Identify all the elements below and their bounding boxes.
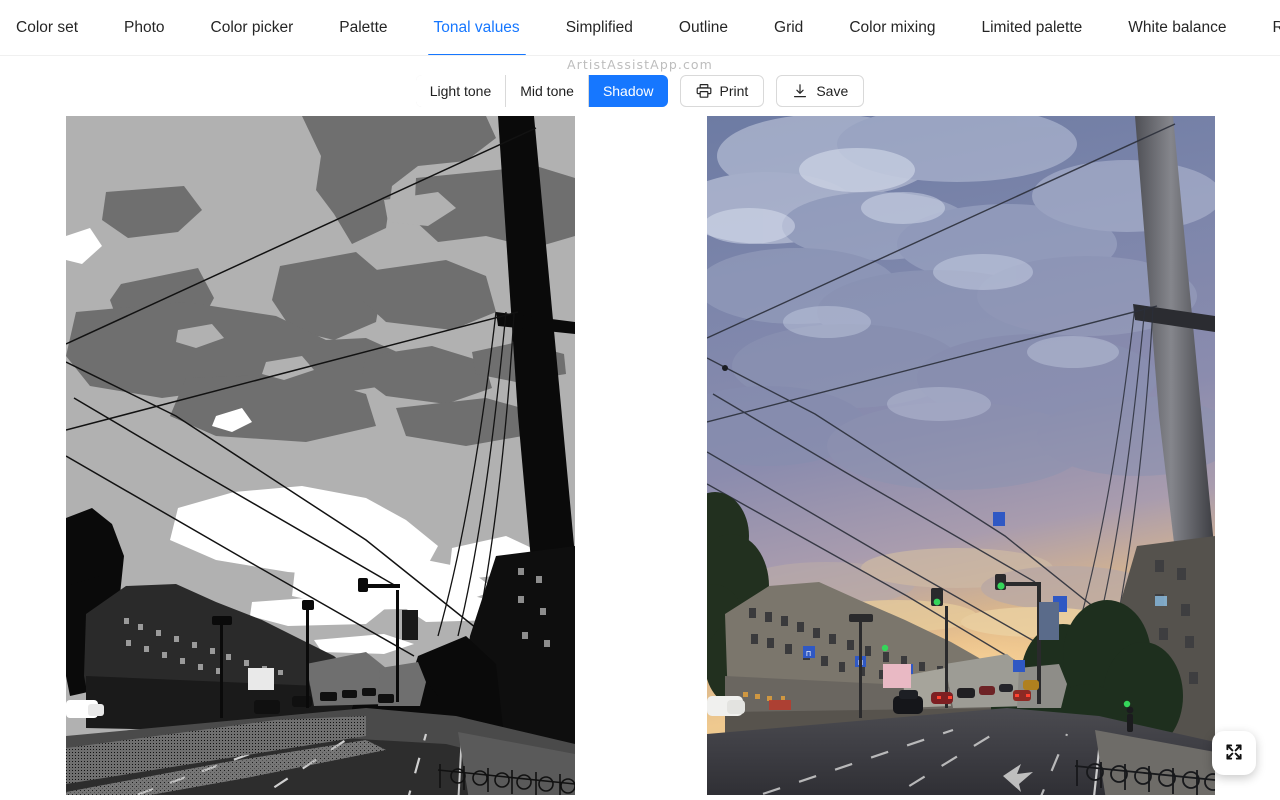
tab-photo[interactable]: Photo: [124, 0, 165, 56]
main-tab-bar: Color set Photo Color picker Palette Ton…: [0, 0, 1280, 56]
download-icon: [792, 83, 808, 99]
tone-option-light-tone[interactable]: Light tone: [415, 75, 507, 107]
tone-option-label: Light tone: [429, 83, 492, 99]
printer-icon: [696, 83, 712, 99]
reference-photo-image[interactable]: ПП: [707, 116, 1215, 795]
tab-label: Color picker: [210, 19, 294, 37]
tab-limited-palette[interactable]: Limited palette: [981, 0, 1082, 56]
tab-label: Photo: [124, 19, 165, 37]
tab-label: Tonal values: [433, 19, 520, 37]
tab-label: Remove background: [1272, 19, 1280, 37]
tone-option-mid-tone[interactable]: Mid tone: [506, 75, 589, 107]
tab-label: Color set: [16, 19, 79, 37]
tab-outline[interactable]: Outline: [679, 0, 728, 56]
print-button-label: Print: [719, 83, 749, 99]
tab-label: Color mixing: [849, 19, 936, 37]
image-comparison-stage: ПП: [0, 116, 1280, 800]
tab-palette[interactable]: Palette: [339, 0, 387, 56]
tab-tonal-values[interactable]: Tonal values: [427, 0, 526, 56]
print-button[interactable]: Print: [679, 75, 765, 107]
tone-option-label: Shadow: [602, 83, 654, 99]
tonal-values-result-pane[interactable]: [66, 116, 575, 795]
tone-option-shadow[interactable]: Shadow: [588, 75, 668, 107]
tab-remove-background[interactable]: Remove background: [1273, 0, 1280, 56]
tonal-values-image[interactable]: [66, 116, 575, 795]
svg-text:П: П: [806, 651, 811, 658]
tab-simplified[interactable]: Simplified: [566, 0, 633, 56]
tab-color-set[interactable]: Color set: [16, 0, 78, 56]
tab-label: Simplified: [565, 19, 633, 37]
tab-label: Grid: [774, 19, 804, 37]
tab-color-mixing[interactable]: Color mixing: [849, 0, 935, 56]
tab-color-picker[interactable]: Color picker: [211, 0, 294, 56]
tab-label: Palette: [339, 19, 388, 37]
compress-arrows-icon: [1223, 741, 1245, 766]
tab-grid[interactable]: Grid: [774, 0, 803, 56]
collapse-fab-button[interactable]: [1212, 731, 1256, 775]
app-watermark: ArtistAssistApp.com: [567, 57, 713, 72]
tone-segmented-control: Light tone Mid tone Shadow: [415, 75, 668, 107]
save-button[interactable]: Save: [776, 75, 865, 107]
tab-label: Limited palette: [981, 19, 1083, 37]
tab-label: Outline: [678, 19, 729, 37]
tone-option-label: Mid tone: [520, 83, 574, 99]
tab-label: White balance: [1128, 19, 1227, 37]
tonal-values-toolbar: Light tone Mid tone Shadow Print Save: [0, 75, 1280, 107]
save-button-label: Save: [816, 83, 849, 99]
tab-white-balance[interactable]: White balance: [1128, 0, 1226, 56]
reference-photo-pane[interactable]: ПП: [707, 116, 1215, 795]
